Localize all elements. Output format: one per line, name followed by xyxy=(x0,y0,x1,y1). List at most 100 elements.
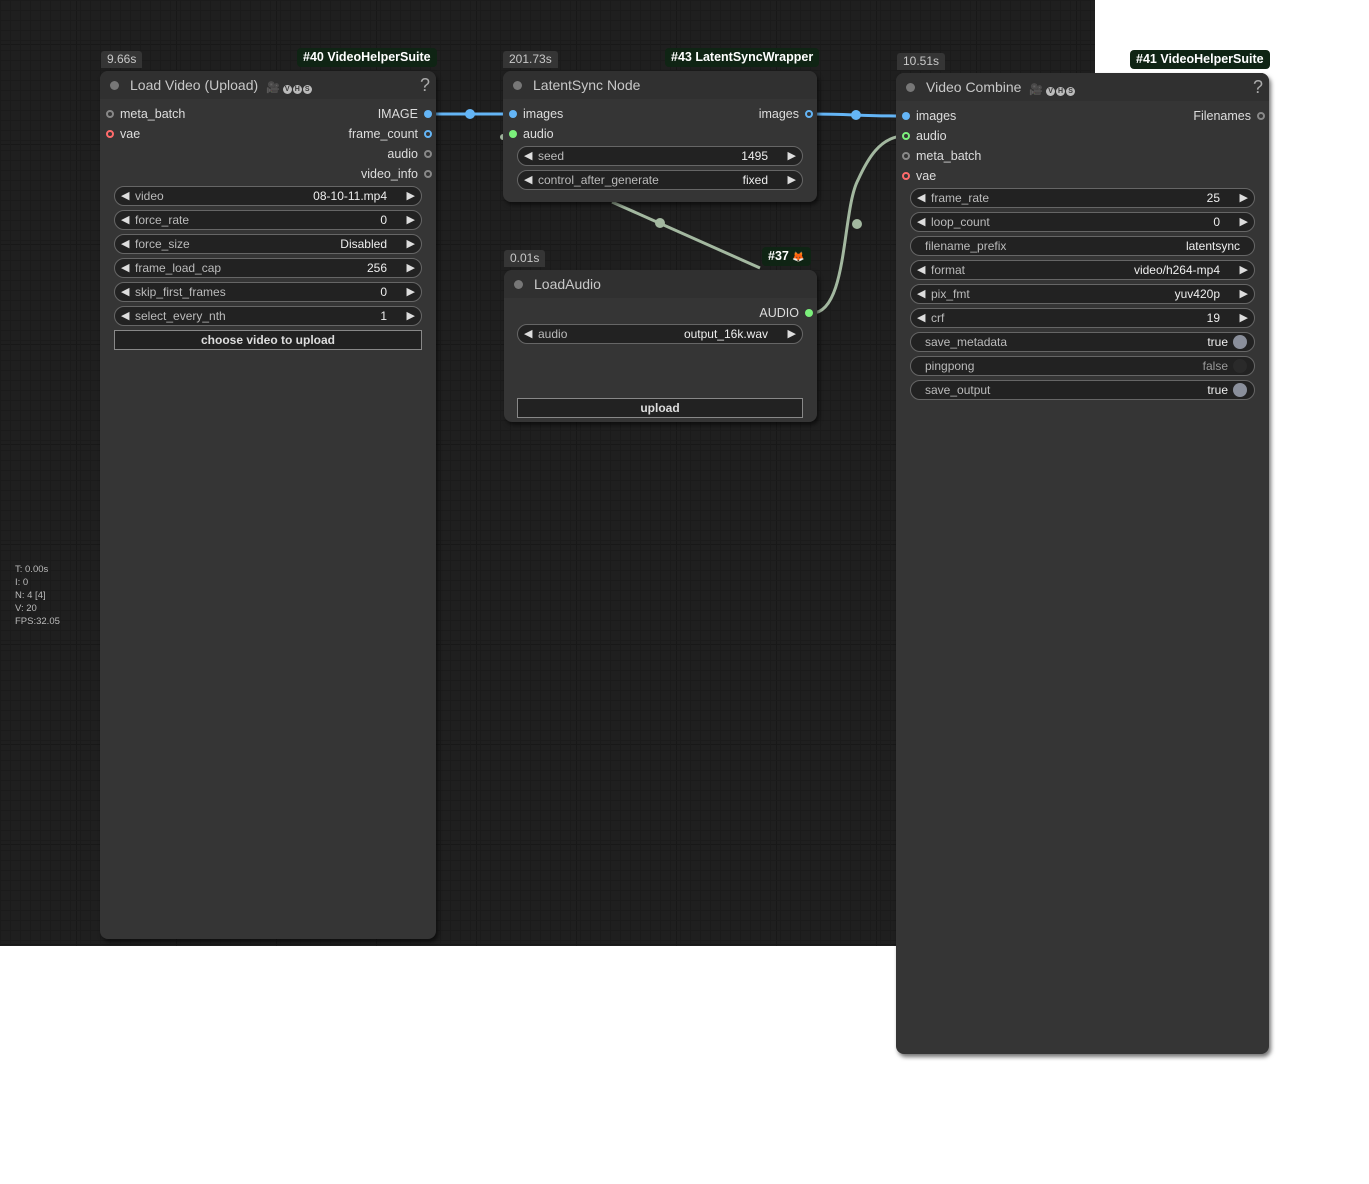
input-images[interactable]: images xyxy=(896,106,956,126)
arrow-left-icon: ◀ xyxy=(524,328,533,340)
widget-seed[interactable]: ◀ seed 1495 ▶ xyxy=(517,146,803,166)
arrow-right-icon: ▶ xyxy=(406,262,415,274)
output-image[interactable]: IMAGE xyxy=(378,104,436,124)
toggle-knob-icon xyxy=(1233,359,1247,373)
node-title: Video Combine xyxy=(926,79,1022,95)
input-images[interactable]: images xyxy=(503,104,563,124)
stat-i: I: 0 xyxy=(15,577,29,588)
collapse-dot-icon[interactable] xyxy=(906,83,915,92)
arrow-right-icon: ▶ xyxy=(787,174,796,186)
camera-icon: 🎥 xyxy=(266,82,280,95)
widget-loop-count[interactable]: ◀ loop_count 0 ▶ xyxy=(910,212,1255,232)
input-vae[interactable]: vae xyxy=(896,166,936,186)
slot-pin-icon xyxy=(902,172,910,180)
slot-pin-icon xyxy=(805,309,813,317)
toggle-save-metadata[interactable]: save_metadata true xyxy=(910,332,1255,352)
node-load-video[interactable]: Load Video (Upload) 🎥 V H S ? meta_batch va… xyxy=(100,71,436,939)
vhs-icon: 🎥 V H S xyxy=(266,72,313,100)
slot-pin-icon xyxy=(902,152,910,160)
stat-fps: FPS:32.05 xyxy=(15,616,60,627)
node-title: LoadAudio xyxy=(534,276,601,292)
slot-pin-icon xyxy=(424,150,432,158)
toggle-save-output[interactable]: save_output true xyxy=(910,380,1255,400)
arrow-left-icon: ◀ xyxy=(121,238,130,250)
choose-video-button[interactable]: choose video to upload xyxy=(114,330,422,350)
input-meta-batch[interactable]: meta_batch xyxy=(100,104,185,124)
node-badge: #37 🦊 xyxy=(762,247,811,266)
camera-icon: 🎥 xyxy=(1029,84,1044,97)
help-icon[interactable]: ? xyxy=(420,71,430,99)
fox-icon: 🦊 xyxy=(792,252,805,263)
arrow-left-icon: ◀ xyxy=(121,214,130,226)
node-load-audio[interactable]: LoadAudio AUDIO ◀ audio output_16k.wav ▶ up… xyxy=(504,270,817,422)
stat-nodes: N: 4 [4] xyxy=(15,590,46,601)
node-timing: 9.66s xyxy=(101,51,143,68)
node-title: LatentSync Node xyxy=(533,77,641,93)
widget-crf[interactable]: ◀ crf 19 ▶ xyxy=(910,308,1255,328)
arrow-right-icon: ▶ xyxy=(406,310,415,322)
slot-pin-icon xyxy=(106,130,114,138)
render-stats: T: 0.00s I: 0 N: 4 [4] V: 20 FPS:32.05 xyxy=(15,563,60,628)
collapse-dot-icon[interactable] xyxy=(514,280,523,289)
widget-frame-rate[interactable]: ◀ frame_rate 25 ▶ xyxy=(910,188,1255,208)
slot-pin-icon xyxy=(424,170,432,178)
input-vae[interactable]: vae xyxy=(100,124,140,144)
upload-button[interactable]: upload xyxy=(517,398,803,418)
arrow-right-icon: ▶ xyxy=(787,150,796,162)
widget-select-every-nth[interactable]: ◀ select_every_nth 1 ▶ xyxy=(114,306,422,326)
input-audio[interactable]: audio xyxy=(503,124,554,144)
arrow-right-icon: ▶ xyxy=(1239,288,1248,300)
arrow-right-icon: ▶ xyxy=(406,238,415,250)
arrow-right-icon: ▶ xyxy=(787,328,796,340)
arrow-left-icon: ◀ xyxy=(524,174,533,186)
node-latentsync[interactable]: LatentSync Node images audio images ◀ see… xyxy=(503,71,817,202)
arrow-left-icon: ◀ xyxy=(121,286,130,298)
widget-video[interactable]: ◀ video 08-10-11.mp4 ▶ xyxy=(114,186,422,206)
arrow-left-icon: ◀ xyxy=(917,192,926,204)
arrow-right-icon: ▶ xyxy=(1239,192,1248,204)
node-video-combine[interactable]: Video Combine 🎥 V H S ? images audio meta_b… xyxy=(896,73,1269,1054)
widget-format[interactable]: ◀ format video/h264-mp4 ▶ xyxy=(910,260,1255,280)
output-images[interactable]: images xyxy=(759,104,817,124)
node-title-bar[interactable]: LatentSync Node xyxy=(503,71,817,99)
collapse-dot-icon[interactable] xyxy=(513,81,522,90)
node-title-bar[interactable]: Load Video (Upload) 🎥 V H S ? xyxy=(100,71,436,99)
output-video-info[interactable]: video_info xyxy=(361,164,436,184)
stat-time: T: 0.00s xyxy=(15,564,49,575)
node-timing: 0.01s xyxy=(504,250,546,267)
output-frame-count[interactable]: frame_count xyxy=(349,124,436,144)
widget-pix-fmt[interactable]: ◀ pix_fmt yuv420p ▶ xyxy=(910,284,1255,304)
widget-filename-prefix[interactable]: filename_prefix latentsync xyxy=(910,236,1255,256)
arrow-right-icon: ▶ xyxy=(406,190,415,202)
slot-pin-icon xyxy=(902,112,910,120)
arrow-right-icon: ▶ xyxy=(406,286,415,298)
input-meta-batch[interactable]: meta_batch xyxy=(896,146,981,166)
input-audio[interactable]: audio xyxy=(896,126,947,146)
arrow-left-icon: ◀ xyxy=(917,288,926,300)
widget-force-size[interactable]: ◀ force_size Disabled ▶ xyxy=(114,234,422,254)
help-icon[interactable]: ? xyxy=(1253,73,1263,101)
slot-pin-icon xyxy=(902,132,910,140)
slot-pin-icon xyxy=(424,130,432,138)
output-audio[interactable]: AUDIO xyxy=(759,303,817,323)
toggle-pingpong[interactable]: pingpong false xyxy=(910,356,1255,376)
output-filenames[interactable]: Filenames xyxy=(1193,106,1269,126)
slot-pin-icon xyxy=(1257,112,1265,120)
widget-skip-first-frames[interactable]: ◀ skip_first_frames 0 ▶ xyxy=(114,282,422,302)
node-badge: #41 VideoHelperSuite xyxy=(1130,50,1270,69)
toggle-knob-icon xyxy=(1233,335,1247,349)
widget-force-rate[interactable]: ◀ force_rate 0 ▶ xyxy=(114,210,422,230)
widget-audio-file[interactable]: ◀ audio output_16k.wav ▶ xyxy=(517,324,803,344)
arrow-right-icon: ▶ xyxy=(1239,216,1248,228)
collapse-dot-icon[interactable] xyxy=(110,81,119,90)
widget-frame-load-cap[interactable]: ◀ frame_load_cap 256 ▶ xyxy=(114,258,422,278)
widget-control-after-generate[interactable]: ◀ control_after_generate fixed ▶ xyxy=(517,170,803,190)
output-audio[interactable]: audio xyxy=(387,144,436,164)
node-title-bar[interactable]: LoadAudio xyxy=(504,270,817,298)
stat-v: V: 20 xyxy=(15,603,37,614)
node-timing: 10.51s xyxy=(897,53,946,70)
node-title-bar[interactable]: Video Combine 🎥 V H S ? xyxy=(896,73,1269,101)
slot-pin-icon xyxy=(509,130,517,138)
node-badge: #40 VideoHelperSuite xyxy=(297,48,437,67)
node-title: Load Video (Upload) xyxy=(130,77,259,93)
